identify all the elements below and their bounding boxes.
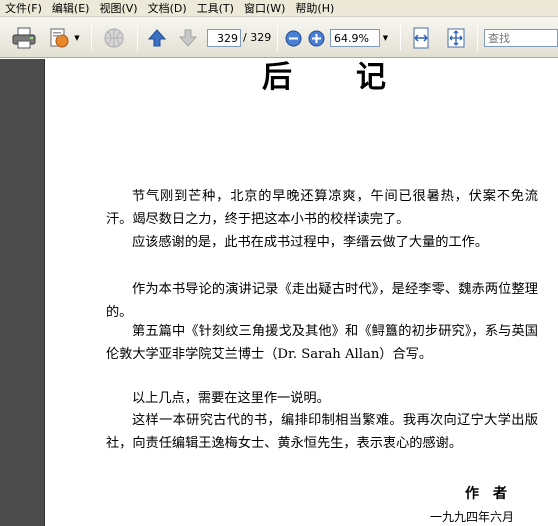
- paragraph-1: 节气刚到芒种，北京的早晚还算凉爽，午间已很暑热，伏案不免流汗。竭尽数日之力，终于…: [106, 189, 538, 227]
- arrow-up-icon: [147, 29, 167, 47]
- fit-page-icon: [447, 28, 465, 48]
- zoom-level-input[interactable]: [330, 29, 380, 47]
- paragraph-4: 第五篇中《针刻纹三角援戈及其他》和《鲟簋的初步研究》，系与英国伦敦大学亚非学院艾…: [106, 324, 538, 362]
- review-button[interactable]: [100, 24, 128, 52]
- print-button[interactable]: [10, 24, 38, 52]
- next-page-button[interactable]: [176, 24, 200, 52]
- date-line: 一九九四年六月: [430, 510, 515, 524]
- fit-width-button[interactable]: [408, 24, 434, 52]
- toolbar-separator: [277, 25, 278, 51]
- page-heading-ji: 记: [356, 60, 386, 95]
- toolbar-separator: [477, 25, 478, 51]
- menu-tools[interactable]: 工具(T): [192, 0, 239, 17]
- menu-document[interactable]: 文档(D): [143, 0, 192, 17]
- navigation-panel[interactable]: [0, 59, 45, 526]
- paragraph-2: 应该感谢的是，此书在成书过程中，李缙云做了大量的工作。: [132, 235, 489, 250]
- paragraph-6: 这样一本研究古代的书，编排印制相当繁难。我再次向辽宁大学出版社，向责任编辑王逸梅…: [106, 413, 538, 451]
- search-input[interactable]: [484, 29, 558, 47]
- arrow-down-icon: [178, 29, 198, 47]
- full-screen-button[interactable]: [443, 24, 469, 52]
- fit-width-icon: [413, 27, 429, 49]
- page-number-input[interactable]: [207, 29, 241, 47]
- menu-view[interactable]: 视图(V): [94, 0, 142, 17]
- paragraph-5: 以上几点，需要在这里作一说明。: [132, 391, 330, 406]
- chevron-down-icon: ▼: [74, 34, 80, 42]
- menu-window[interactable]: 窗口(W): [239, 0, 290, 17]
- zoom-in-button[interactable]: [306, 24, 326, 52]
- menu-edit[interactable]: 编辑(E): [47, 0, 95, 17]
- previous-page-button[interactable]: [145, 24, 169, 52]
- collaborate-button[interactable]: [46, 24, 72, 52]
- menu-file[interactable]: 文件(F): [0, 0, 47, 17]
- toolbar-separator: [400, 25, 401, 51]
- zoom-out-button[interactable]: [283, 24, 303, 52]
- menu-help[interactable]: 帮助(H): [290, 0, 339, 17]
- collaborate-dropdown[interactable]: ▼: [72, 24, 82, 52]
- chevron-down-icon: ▼: [382, 34, 389, 42]
- globe-icon: [104, 28, 124, 48]
- page-heading-hou: 后: [262, 60, 292, 95]
- paragraph-3: 作为本书导论的演讲记录《走出疑古时代》，是经李零、魏赤两位整理的。: [106, 282, 538, 320]
- menu-bar: 文件(F) 编辑(E) 视图(V) 文档(D) 工具(T) 窗口(W) 帮助(H…: [0, 0, 558, 17]
- zoom-out-icon: [285, 30, 301, 46]
- author-signature: 作者: [465, 486, 521, 502]
- document-share-icon: [50, 28, 69, 48]
- toolbar-separator: [137, 25, 138, 51]
- zoom-dropdown[interactable]: ▼: [380, 29, 391, 47]
- printer-icon: [12, 27, 36, 49]
- toolbar-separator: [91, 25, 92, 51]
- zoom-in-icon: [308, 30, 324, 46]
- page-total-label: / 329: [243, 31, 272, 44]
